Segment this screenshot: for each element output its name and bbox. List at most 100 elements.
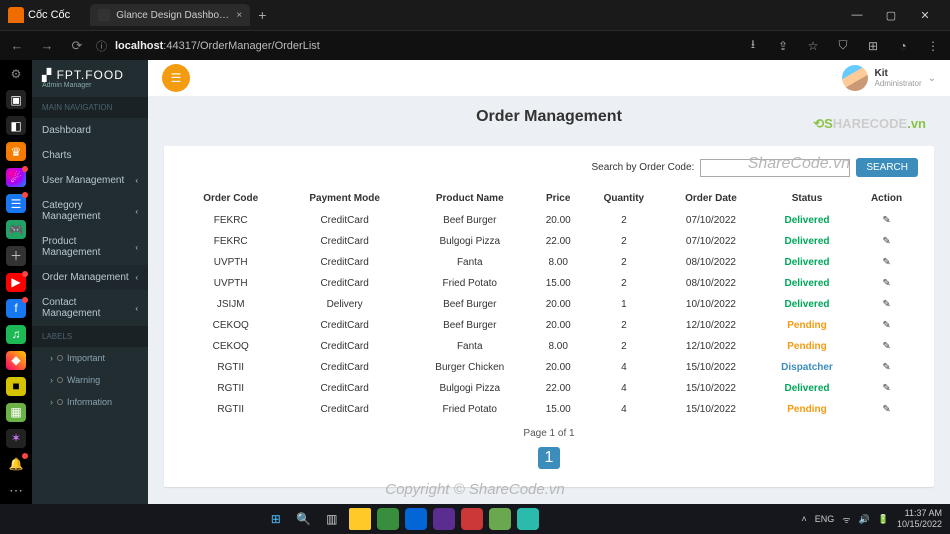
sidebar-item-order-management[interactable]: Order Management‹: [32, 265, 148, 290]
menu-icon[interactable]: ⋮: [922, 39, 944, 53]
page-title: Order Management: [148, 96, 950, 138]
sidebar-item-contact-management[interactable]: Contact Management‹: [32, 290, 148, 326]
tray-lang[interactable]: ENG: [815, 514, 835, 524]
cell-action: ✎: [855, 273, 918, 294]
edit-icon[interactable]: ✎: [882, 299, 890, 310]
profile-icon[interactable]: ◔: [892, 39, 914, 53]
add-icon[interactable]: ＋: [6, 246, 26, 265]
orders-card: Search by Order Code: SEARCH Order CodeP…: [164, 146, 934, 487]
rail-app-3[interactable]: ♛: [6, 142, 26, 161]
chevron-left-icon: ‹: [135, 304, 138, 313]
site-info-icon[interactable]: ⓘ: [96, 38, 107, 54]
chat-icon[interactable]: ☰: [6, 194, 26, 213]
tray-volume-icon[interactable]: 🔊: [859, 514, 870, 525]
cell-price: 20.00: [532, 210, 585, 231]
game-icon[interactable]: 🎮: [6, 220, 26, 239]
edit-icon[interactable]: ✎: [882, 320, 890, 331]
spotify-icon[interactable]: ♫: [6, 325, 26, 344]
sidebar-label-information[interactable]: ›Information: [32, 391, 148, 413]
search-label: Search by Order Code:: [591, 162, 694, 173]
user-avatar: [842, 65, 868, 91]
sidebar-item-label: Category Management: [42, 200, 135, 222]
nav-forward-button[interactable]: →: [36, 38, 58, 53]
cell-mode: CreditCard: [281, 399, 407, 420]
more-icon[interactable]: ⋯: [6, 481, 26, 500]
rail-app-2[interactable]: ◧: [6, 116, 26, 135]
notifications-icon[interactable]: 🔔: [6, 455, 26, 474]
cell-date: 07/10/2022: [663, 231, 759, 252]
cell-action: ✎: [855, 378, 918, 399]
taskbar-app-1[interactable]: [377, 508, 399, 530]
rail-app-1[interactable]: ▣: [6, 90, 26, 109]
cell-code: UVPTH: [180, 273, 281, 294]
search-input[interactable]: [700, 159, 850, 177]
cell-status: Dispatcher: [759, 357, 855, 378]
sidebar-toggle-button[interactable]: ☰: [162, 64, 190, 92]
start-button[interactable]: ⊞: [265, 508, 287, 530]
edit-icon[interactable]: ✎: [882, 362, 890, 373]
edit-icon[interactable]: ✎: [882, 383, 890, 394]
cell-qty: 4: [585, 378, 663, 399]
rail-app-10[interactable]: ◆: [6, 351, 26, 370]
share-icon[interactable]: ⇪: [772, 39, 794, 53]
window-close-button[interactable]: [908, 9, 942, 22]
taskbar-app-4[interactable]: [461, 508, 483, 530]
edit-icon[interactable]: ✎: [882, 215, 890, 226]
file-explorer-icon[interactable]: [349, 508, 371, 530]
taskbar-app-5[interactable]: [489, 508, 511, 530]
taskbar-app-6[interactable]: [517, 508, 539, 530]
col-order-code: Order Code: [180, 187, 281, 210]
tab-close-icon[interactable]: ×: [236, 10, 242, 21]
edit-icon[interactable]: ✎: [882, 341, 890, 352]
sidebar-label-text: Warning: [67, 375, 100, 385]
new-tab-button[interactable]: +: [258, 7, 266, 23]
taskbar-app-2[interactable]: [405, 508, 427, 530]
table-row: RGTIICreditCardBulgogi Pizza22.00415/10/…: [180, 378, 918, 399]
search-button[interactable]: SEARCH: [856, 158, 918, 177]
messenger-icon[interactable]: ☄: [6, 168, 26, 187]
tray-chevron-icon[interactable]: ˄: [802, 514, 807, 524]
shield-icon[interactable]: ⛉: [832, 38, 854, 53]
sidebar-item-label: Charts: [42, 150, 71, 161]
taskbar-search-icon[interactable]: 🔍: [293, 508, 315, 530]
window-minimize-button[interactable]: [840, 9, 874, 21]
download-icon[interactable]: ⭳: [742, 35, 764, 56]
sidebar-item-product-management[interactable]: Product Management‹: [32, 229, 148, 265]
search-row: Search by Order Code: SEARCH: [180, 158, 918, 177]
browser-tab[interactable]: Glance Design Dashboard an… ×: [90, 4, 250, 26]
sidebar-item-category-management[interactable]: Category Management‹: [32, 193, 148, 229]
edit-icon[interactable]: ✎: [882, 278, 890, 289]
sidebar-label-important[interactable]: ›Important: [32, 347, 148, 369]
taskbar-clock[interactable]: 11:37 AM 10/15/2022: [897, 508, 942, 530]
window-maximize-button[interactable]: [874, 9, 908, 22]
edit-icon[interactable]: ✎: [882, 257, 890, 268]
sidebar-label-warning[interactable]: ›Warning: [32, 369, 148, 391]
pager-page-1[interactable]: 1: [538, 447, 560, 469]
sidebar-item-charts[interactable]: Charts: [32, 143, 148, 168]
main-content: ☰ Kit Administrator ⌄ Order Management S…: [148, 60, 950, 504]
settings-icon[interactable]: ⚙: [6, 64, 26, 83]
extension-icon[interactable]: ⊞: [862, 39, 884, 53]
browser-brand: Cốc Cốc: [8, 7, 70, 23]
nav-back-button[interactable]: ←: [6, 38, 28, 53]
user-menu[interactable]: Kit Administrator ⌄: [842, 65, 936, 91]
rail-app-12[interactable]: ▦: [6, 403, 26, 422]
cell-price: 15.00: [532, 399, 585, 420]
url-text[interactable]: localhost:44317/OrderManager/OrderList: [115, 40, 734, 52]
user-name: Kit: [874, 68, 921, 79]
nav-reload-button[interactable]: ⟳: [66, 38, 88, 54]
edit-icon[interactable]: ✎: [882, 236, 890, 247]
task-view-icon[interactable]: ▥: [321, 508, 343, 530]
favorite-icon[interactable]: ☆: [802, 39, 824, 53]
tray-network-icon[interactable]: ᯤ: [842, 513, 850, 526]
youtube-icon[interactable]: ▶: [6, 273, 26, 292]
facebook-icon[interactable]: f: [6, 299, 26, 318]
system-tray[interactable]: ˄ ENG ᯤ 🔊 🔋 11:37 AM 10/15/2022: [802, 508, 942, 530]
rail-app-11[interactable]: ■: [6, 377, 26, 396]
rail-app-13[interactable]: ✶: [6, 429, 26, 448]
tray-battery-icon[interactable]: 🔋: [878, 514, 889, 525]
sidebar-item-dashboard[interactable]: Dashboard: [32, 118, 148, 143]
sidebar-item-user-management[interactable]: User Management‹: [32, 168, 148, 193]
taskbar-app-3[interactable]: [433, 508, 455, 530]
edit-icon[interactable]: ✎: [882, 404, 890, 415]
